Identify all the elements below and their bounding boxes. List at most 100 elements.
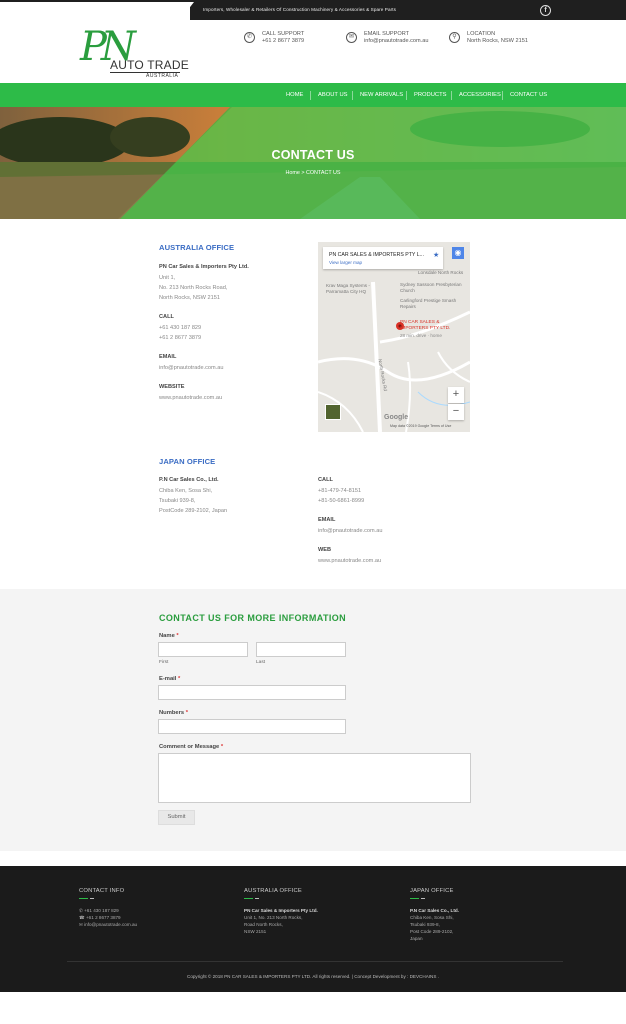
japan-phone[interactable]: +81-479-74-8151 <box>318 486 361 496</box>
australia-phone[interactable]: +61 2 8677 3879 <box>159 333 201 343</box>
view-larger-map-link[interactable]: View larger map <box>329 260 362 265</box>
japan-address-line: Chiba Ken, Sosa Shi, <box>159 488 213 494</box>
nav-about-us[interactable]: ABOUT US <box>318 92 348 98</box>
japan-email[interactable]: info@pnautotrade.com.au <box>318 526 382 536</box>
australia-address-line: North Rocks, NSW 2151 <box>159 295 220 301</box>
nav-separator <box>310 91 311 100</box>
zoom-in-button[interactable]: + <box>448 387 464 403</box>
footer-copyright: Copyright © 2018 PN CAR SALES & IMPORTER… <box>187 974 439 979</box>
name-label: Name * <box>159 633 179 639</box>
email-icon: ✉ <box>346 32 357 43</box>
breadcrumb[interactable]: Home > CONTACT US <box>0 170 626 176</box>
footer-phone[interactable]: ✆ +61 430 187 829 <box>79 907 119 914</box>
top-bar-tagline: Importers, Wholesaler & Retailers Of Con… <box>203 7 397 12</box>
australia-email[interactable]: info@pnautotrade.com.au <box>159 363 223 373</box>
facebook-icon[interactable]: f <box>540 5 551 16</box>
japan-web-label: WEB <box>318 547 332 553</box>
japan-office-heading: JAPAN OFFICE <box>159 457 216 466</box>
japan-phone[interactable]: +81-50-6861-8999 <box>318 496 364 506</box>
person-icon[interactable]: ◉ <box>452 247 464 259</box>
footer-phone[interactable]: ☎ +61 2 8677 3879 <box>79 914 121 921</box>
footer-australia-line: NSW 2151 <box>244 929 267 934</box>
email-support-value[interactable]: info@pnautotrade.com.au <box>364 38 428 44</box>
australia-email-label: EMAIL <box>159 354 177 360</box>
nav-separator <box>502 91 503 100</box>
footer-accent-bar <box>421 898 425 899</box>
location-title: LOCATION <box>467 31 496 37</box>
japan-email-label: EMAIL <box>318 517 336 523</box>
footer-japan-line: Tsubaki 939-8, <box>410 922 440 927</box>
australia-address-line: No. 213 North Rocks Road, <box>159 285 228 291</box>
japan-web[interactable]: www.pnautotrade.com.au <box>318 556 381 566</box>
australia-phone[interactable]: +61 430 187 829 <box>159 323 201 333</box>
email-input[interactable] <box>158 685 346 700</box>
footer-accent-bar <box>244 898 253 899</box>
footer-email[interactable]: ✉ info@pnautotrade.com.au <box>79 921 137 928</box>
footer-japan-line: Post Code 289-2102, <box>410 929 454 934</box>
location-value: North Rocks, NSW 2151 <box>467 38 528 44</box>
nav-contact-us[interactable]: CONTACT US <box>510 92 547 98</box>
australia-address-line: Unit 1, <box>159 275 176 281</box>
footer-australia-company: PN Car Sales & Importers Pty Ltd. <box>244 908 318 913</box>
map-place-label: Lonsdale North Rocks <box>418 270 464 275</box>
first-name-sublabel: First <box>159 660 169 665</box>
phone-icon: ✆ <box>244 32 255 43</box>
footer-accent-bar <box>90 898 94 899</box>
nav-separator <box>406 91 407 100</box>
submit-button[interactable]: Submit <box>158 810 195 825</box>
nav-products[interactable]: PRODUCTS <box>414 92 447 98</box>
call-support-value: +61 2 8677 3879 <box>262 38 305 44</box>
map-pin-label: PN CAR SALES & IMPORTERS PTY LTD. <box>400 320 451 331</box>
star-icon[interactable]: ★ <box>433 251 439 259</box>
japan-address-line: Tsubaki 939-8, <box>159 498 196 504</box>
footer-japan-line: Chiba Ken, Sosa Shi, <box>410 915 454 920</box>
google-logo: Google <box>384 414 409 421</box>
map-place-label: Sydney Sassoon Presbyterian Church <box>400 282 462 293</box>
nav-separator <box>451 91 452 100</box>
logo-name: AUTO TRADE <box>110 58 189 72</box>
satellite-toggle[interactable] <box>325 404 341 420</box>
site-header: PN AUTO TRADE AUSTRALIA ✆ CALL SUPPORT +… <box>0 22 626 83</box>
last-name-input[interactable] <box>256 642 346 657</box>
nav-new-arrivals[interactable]: NEW ARRIVALS <box>360 92 403 98</box>
footer-australia-line: Unit 1, No. 213 North Rocks, <box>244 915 303 920</box>
nav-separator <box>352 91 353 100</box>
australia-office-heading: AUSTRALIA OFFICE <box>159 243 235 252</box>
numbers-input[interactable] <box>158 719 346 734</box>
comment-label: Comment or Message * <box>159 744 224 750</box>
map-footer[interactable]: Map data ©2019 Google Terms of Use <box>390 424 451 428</box>
main-nav: HOME ABOUT US NEW ARRIVALS PRODUCTS ACCE… <box>0 83 626 107</box>
map-pin-sub: 28 min. drive · home <box>400 333 442 338</box>
australia-website[interactable]: www.pnautotrade.com.au <box>159 393 222 403</box>
australia-website-label: WEBSITE <box>159 384 185 390</box>
footer-divider <box>67 961 563 962</box>
site-logo[interactable]: PN AUTO TRADE AUSTRALIA <box>80 24 190 83</box>
zoom-out-button[interactable]: − <box>448 404 464 420</box>
comment-textarea[interactable] <box>158 753 471 803</box>
australia-company: PN Car Sales & Importers Pty Ltd. <box>159 264 249 270</box>
page-title: CONTACT US <box>271 148 355 162</box>
map-place-title: PN CAR SALES & IMPORTERS PTY L... <box>329 252 424 258</box>
footer-accent-bar <box>79 898 88 899</box>
last-name-sublabel: Last <box>256 660 266 665</box>
hero-background-image <box>0 107 626 219</box>
footer-australia-line: Road North Rocks, <box>244 922 283 927</box>
footer-japan-line: Japan <box>410 936 423 941</box>
nav-accessories[interactable]: ACCESSORIES <box>459 92 501 98</box>
top-bar: Importers, Wholesaler & Retailers Of Con… <box>0 0 626 22</box>
email-support-title: EMAIL SUPPORT <box>364 31 410 37</box>
footer-contact-title: CONTACT INFO <box>79 888 125 894</box>
map-place-label: Carlingford Prestige Smash Repairs <box>400 298 457 309</box>
contact-form-section: CONTACT US FOR MORE INFORMATION Name * F… <box>0 589 626 851</box>
footer-japan-company: P.N Car Sales Co., Ltd. <box>410 908 459 913</box>
nav-home[interactable]: HOME <box>286 92 303 98</box>
japan-address-line: PostCode 289-2102, Japan <box>159 508 228 514</box>
contact-form-title: CONTACT US FOR MORE INFORMATION <box>159 613 347 623</box>
footer-japan-title: JAPAN OFFICE <box>410 888 454 894</box>
map-place-card: PN CAR SALES & IMPORTERS PTY L... View l… <box>323 247 443 269</box>
email-label: E-mail * <box>159 676 181 682</box>
google-map[interactable]: PN CAR SALES & IMPORTERS PTY L... View l… <box>318 242 470 432</box>
first-name-input[interactable] <box>158 642 248 657</box>
footer-accent-bar <box>255 898 259 899</box>
site-footer: CONTACT INFO ✆ +61 430 187 829 ☎ +61 2 8… <box>0 866 626 992</box>
